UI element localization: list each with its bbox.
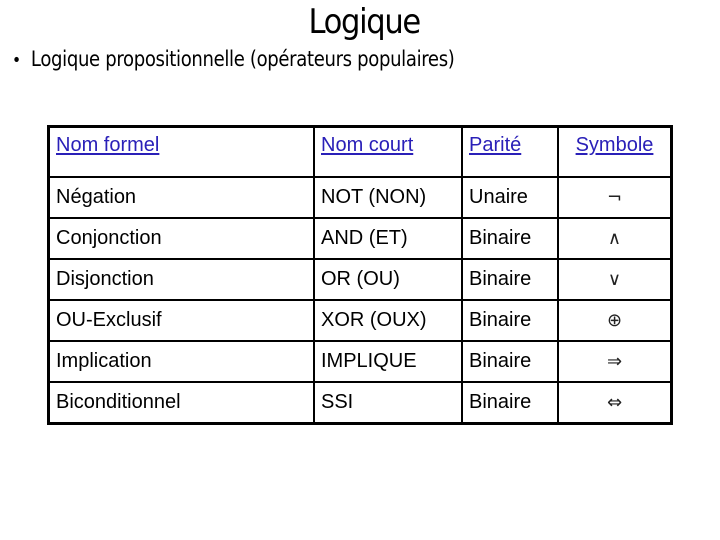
table-header-row: Nom formel Nom court Parité Symbole [47,125,673,178]
table-row: OU-Exclusif XOR (OUX) Binaire ⊕ [47,299,673,342]
table-row: Disjonction OR (OU) Binaire ∨ [47,258,673,301]
header-symbol-link[interactable]: Symbole [576,134,654,156]
cell-short-name: IMPLIQUE [313,340,463,383]
cell-arity: Binaire [461,381,559,425]
header-arity-link[interactable]: Parité [469,134,521,156]
bullet-dot-icon: • [12,50,21,71]
operators-table: Nom formel Nom court Parité Symbole Néga… [47,125,673,425]
header-short-name[interactable]: Nom court [313,125,463,178]
cell-short-name: AND (ET) [313,217,463,260]
cell-short-name: OR (OU) [313,258,463,301]
cell-arity: Binaire [461,299,559,342]
cell-formal-name: Disjonction [47,258,315,301]
cell-arity: Binaire [461,340,559,383]
logical-and-icon: ∧ [557,217,673,260]
bullet-item: • Logique propositionnelle (opérateurs po… [12,42,455,78]
cell-short-name: NOT (NON) [313,176,463,219]
logical-or-icon: ∨ [557,258,673,301]
cell-arity: Unaire [461,176,559,219]
header-short-name-link[interactable]: Nom court [321,134,413,156]
table-row: Conjonction AND (ET) Binaire ∧ [47,217,673,260]
cell-formal-name: OU-Exclusif [47,299,315,342]
negation-icon: ¬ [557,176,673,219]
xor-circled-plus-icon: ⊕ [557,299,673,342]
cell-short-name: XOR (OUX) [313,299,463,342]
header-symbol[interactable]: Symbole [557,125,673,178]
implies-arrow-icon: ⇒ [557,340,673,383]
header-formal-name-link[interactable]: Nom formel [56,134,159,156]
bullet-text: Logique propositionnelle (opérateurs pop… [30,47,455,71]
cell-formal-name: Négation [47,176,315,219]
header-formal-name[interactable]: Nom formel [47,125,315,178]
table-row: Implication IMPLIQUE Binaire ⇒ [47,340,673,383]
cell-short-name: SSI [313,381,463,425]
cell-formal-name: Biconditionnel [47,381,315,425]
table-row: Négation NOT (NON) Unaire ¬ [47,176,673,219]
slide-title: Logique [308,2,422,42]
table-row: Biconditionnel SSI Binaire ⇔ [47,381,673,425]
header-arity[interactable]: Parité [461,125,559,178]
cell-arity: Binaire [461,217,559,260]
cell-arity: Binaire [461,258,559,301]
cell-formal-name: Implication [47,340,315,383]
cell-formal-name: Conjonction [47,217,315,260]
iff-double-arrow-icon: ⇔ [557,381,673,425]
